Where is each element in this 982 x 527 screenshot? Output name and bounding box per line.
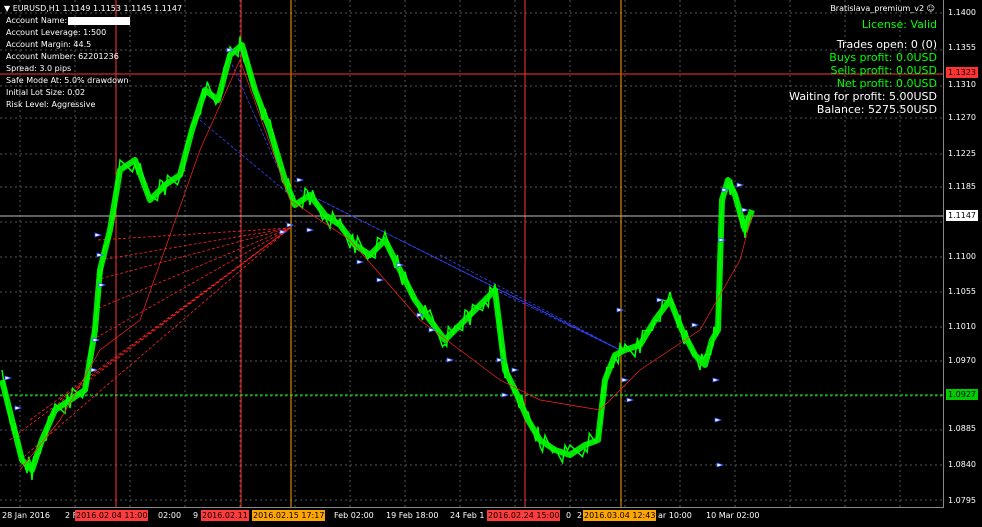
green-level-tag: 1.0927 [946, 389, 978, 400]
current-price-tag: 1.1147 [946, 210, 978, 221]
trade-connector [95, 227, 291, 281]
initial-lot-size: Initial Lot Size: 0.02 [6, 88, 86, 97]
trade-connector [93, 227, 291, 311]
trade-arrow-icon [296, 177, 305, 183]
trade-arrow-icon [691, 322, 700, 328]
account-name-redacted [68, 16, 131, 25]
price-tick: 1.1010 [948, 322, 976, 331]
red-level-tag: 1.1323 [946, 67, 978, 78]
time-badge: 2016.03.04 12:43 [583, 510, 657, 521]
trade-arrow-icon [94, 232, 103, 238]
price-tick: 1.1225 [948, 149, 976, 158]
time-badge: 2016.02.24 15:00 [487, 510, 561, 521]
time-tick: 9 [193, 511, 199, 520]
time-tick: 02:00 [158, 511, 182, 520]
dropdown-arrow-icon[interactable]: ▼ [4, 4, 10, 13]
price-chart[interactable]: ▼ EURUSD,H1 1.1149 1.1153 1.1145 1.1147 … [0, 0, 944, 508]
trade-arrow-icon [92, 337, 101, 343]
chart-canvas [0, 0, 943, 507]
trade-arrow-icon [621, 377, 630, 383]
price-tick: 1.1310 [948, 80, 976, 89]
time-axis[interactable]: 28 Jan 2016 2 F 2016.02.04 11:00 02:00 9… [0, 508, 944, 527]
sells-profit: Sells profit: 0.0USD [830, 64, 937, 77]
account-name: Account Name: [6, 15, 131, 27]
balance: Balance: 5275.50USD [816, 103, 937, 116]
trade-connector [99, 227, 291, 261]
trade-arrow-icon [286, 222, 295, 228]
price-tick: 1.1185 [948, 182, 976, 191]
price-tick: 1.1100 [948, 252, 976, 261]
time-tick: 24 Feb 1 [450, 511, 485, 520]
license-status: License: Valid [861, 18, 937, 31]
trade-arrow-icon [376, 277, 385, 283]
trade-arrow-icon [98, 282, 107, 288]
smiley-icon: ☺ [926, 4, 935, 13]
trade-arrow-icon [511, 367, 520, 373]
trade-connector [9, 227, 291, 441]
trade-arrow-icon [616, 307, 625, 313]
time-tick: 28 Jan 2016 [2, 511, 50, 520]
time-tick: 10 Mar 02:00 [706, 511, 760, 520]
account-leverage: Account Leverage: 1:500 [6, 28, 107, 37]
risk-level: Risk Level: Aggressive [6, 100, 96, 109]
price-tick: 1.0840 [948, 460, 976, 469]
price-tick: 1.1270 [948, 113, 976, 122]
time-badge: 2016.02.11 [201, 510, 249, 521]
time-tick: ar 10:00 [658, 511, 692, 520]
net-profit: Net profit: 0.0USD [836, 77, 937, 90]
time-tick: Feb 02:00 [334, 511, 374, 520]
account-number: Account Number: 62201236 [6, 52, 119, 61]
trade-connector [439, 254, 621, 351]
trade-arrow-icon [356, 259, 365, 265]
trade-arrow-icon [446, 357, 455, 363]
trade-arrow-icon [626, 397, 635, 403]
time-badge: 2016.02.04 11:00 [75, 510, 149, 521]
price-tick: 1.1400 [948, 8, 976, 17]
price-tick: 1.1355 [948, 43, 976, 52]
price-tick: 1.1055 [948, 287, 976, 296]
trade-arrow-icon [716, 462, 725, 468]
price-series-detail [1, 36, 752, 481]
expert-advisor-label[interactable]: Bratislava_premium_v2 ☺ [830, 3, 935, 15]
trade-arrow-icon [501, 392, 510, 398]
time-tick: 19 Feb 18:00 [386, 511, 439, 520]
time-tick: 2 [577, 511, 583, 520]
trade-arrow-icon [396, 262, 405, 268]
trade-connector [97, 227, 291, 241]
trade-arrow-icon [736, 182, 745, 188]
trade-connector [494, 289, 621, 351]
time-badge: 2016.02.15 17:17 [252, 510, 326, 521]
trade-arrow-icon [712, 377, 721, 383]
trades-open: Trades open: 0 (0) [836, 38, 937, 51]
trade-arrow-icon [714, 417, 723, 423]
trade-arrow-icon [4, 375, 13, 381]
waiting-for-profit: Waiting for profit: 5.00USD [789, 90, 937, 103]
spread: Spread: 3.0 pips [6, 64, 72, 73]
trade-connector [19, 227, 291, 461]
safe-mode: Safe Mode At: 5.0% drawdown [6, 76, 129, 85]
account-margin: Account Margin: 44.5 [6, 40, 92, 49]
price-tick: 1.0970 [948, 356, 976, 365]
trade-arrow-icon [306, 227, 315, 233]
time-tick: 0 [566, 511, 572, 520]
buys-profit: Buys profit: 0.0USD [829, 51, 937, 64]
symbol-header: ▼ EURUSD,H1 1.1149 1.1153 1.1145 1.1147 [4, 4, 183, 13]
trade-arrow-icon [741, 207, 750, 213]
price-tick: 1.0795 [948, 496, 976, 505]
trade-arrow-icon [718, 237, 727, 243]
price-tick: 1.0885 [948, 424, 976, 433]
